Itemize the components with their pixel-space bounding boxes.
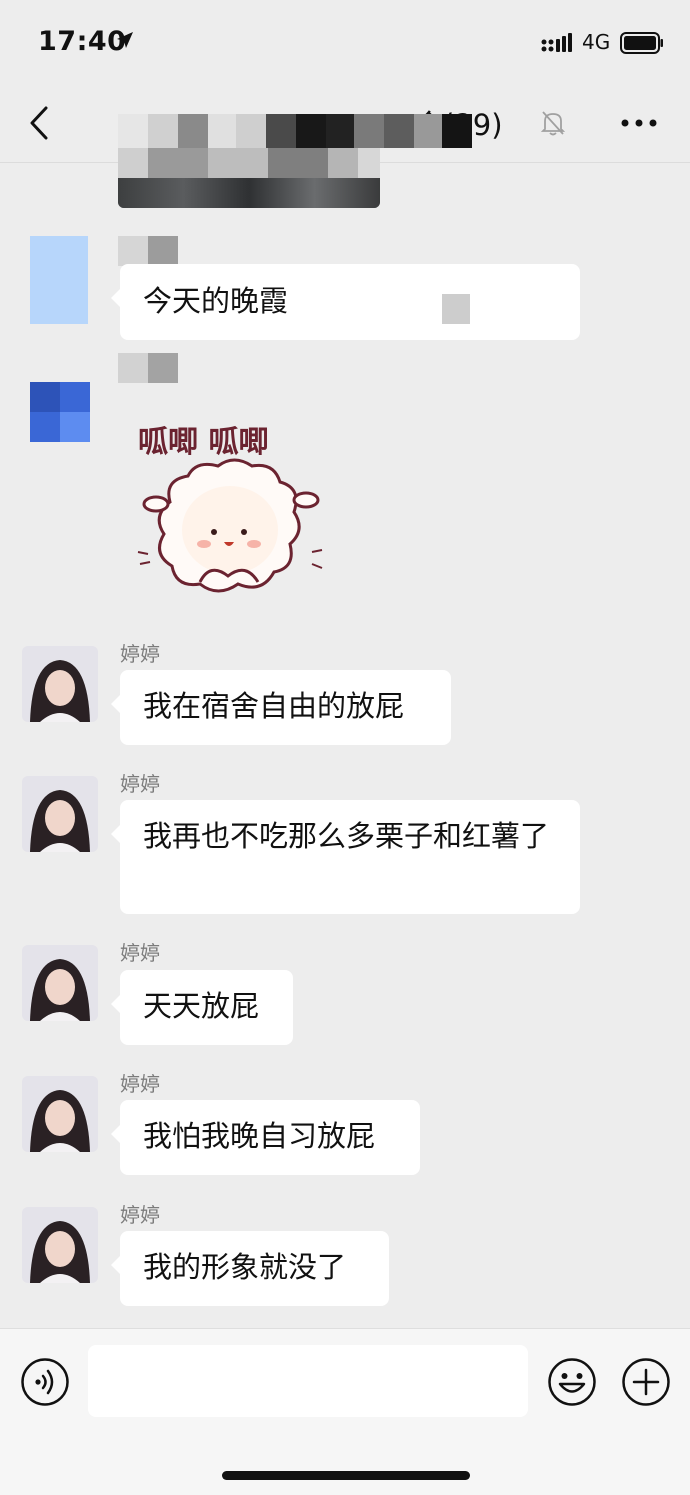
avatar[interactable] [22,776,98,852]
mute-bell-icon [541,111,565,136]
message-text: 我怕我晚自习放屁 [143,1119,376,1153]
signal-icon [541,33,572,52]
avatar[interactable] [30,236,88,324]
sender-name-mosaic [118,236,178,266]
sender-name-mosaic [118,353,178,383]
message-text: 天天放屁 [143,989,260,1023]
chat-input-bar [0,1328,690,1495]
girl-avatar-icon [22,1076,98,1152]
back-icon[interactable] [28,106,50,140]
avatar[interactable] [30,382,90,442]
sender-name: 婷婷 [120,1203,160,1227]
message-bubble[interactable]: 今天的晚霞 [111,264,580,340]
girl-avatar-icon [22,646,98,722]
sheep-sticker[interactable]: 呱唧 呱唧 [130,412,330,612]
girl-avatar-icon [22,776,98,852]
avatar[interactable] [22,1207,98,1283]
sheep-sticker-image: 呱唧 呱唧 [137,425,323,593]
sender-name: 婷婷 [120,1072,160,1096]
message-bubble[interactable]: 我的形象就没了 [111,1231,389,1306]
message-text: 我再也不吃那么多栗子和红薯了 [143,819,550,853]
message-input[interactable] [88,1345,528,1417]
girl-avatar-icon [22,945,98,1021]
status-time: 17:40 [38,26,127,57]
title-mosaic [118,114,472,148]
sender-name: 婷婷 [120,941,160,965]
home-indicator[interactable] [222,1471,470,1480]
message-bubble[interactable]: 天天放屁 [111,970,293,1045]
plus-icon[interactable] [621,1357,671,1407]
message-text: 我在宿舍自由的放屁 [143,689,405,723]
sender-name: 婷婷 [120,642,160,666]
message-bubble[interactable]: 我在宿舍自由的放屁 [111,670,451,745]
status-bar: 17:40 4G [0,0,690,86]
message-bubble[interactable]: 我再也不吃那么多栗子和红薯了 [111,800,580,914]
more-icon[interactable] [620,116,658,130]
avatar[interactable] [22,1076,98,1152]
girl-avatar-icon [22,1207,98,1283]
message-bubble[interactable]: 我怕我晚自习放屁 [111,1100,420,1175]
location-arrow-icon [117,32,133,48]
battery-icon [620,32,663,54]
message-text: 我的形象就没了 [143,1250,347,1284]
voice-icon[interactable] [20,1357,70,1407]
sender-name: 婷婷 [120,772,160,796]
previous-photo-thumbnail[interactable] [118,148,380,208]
avatar[interactable] [22,646,98,722]
network-type: 4G [582,30,611,54]
avatar[interactable] [22,945,98,1021]
message-text: 今天的晚霞 [143,284,289,318]
sticker-text: 呱唧 呱唧 [138,425,268,460]
emoji-icon[interactable] [547,1357,597,1407]
